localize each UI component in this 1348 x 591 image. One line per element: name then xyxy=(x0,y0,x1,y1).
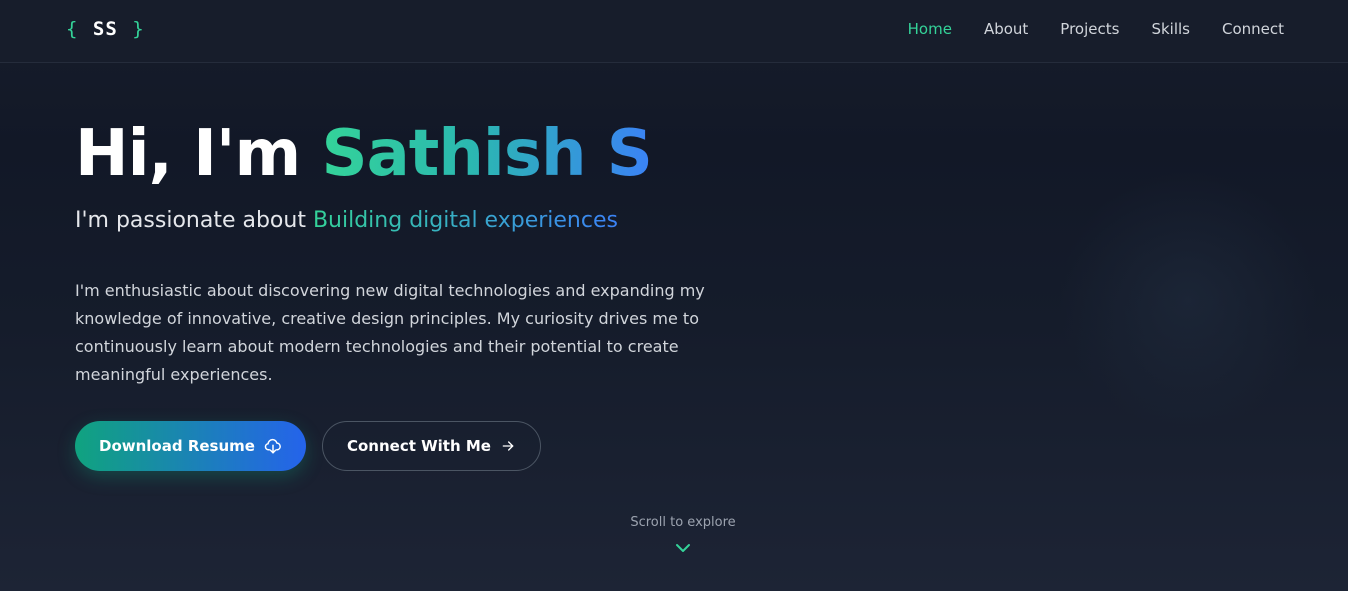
nav-links: Home About Projects Skills Connect xyxy=(908,20,1284,38)
logo[interactable]: { SS } xyxy=(66,18,145,40)
cloud-download-icon xyxy=(264,437,282,455)
background-glow xyxy=(1058,170,1318,430)
chevron-down-icon xyxy=(676,544,690,552)
connect-with-me-label: Connect With Me xyxy=(346,437,491,455)
logo-initials: SS xyxy=(92,18,118,40)
nav-link-about[interactable]: About xyxy=(984,20,1028,38)
logo-open-brace: { xyxy=(66,18,79,40)
arrow-right-icon xyxy=(500,438,516,454)
hero-headline: Hi, I'm Sathish S xyxy=(75,112,775,196)
hero-name: Sathish S xyxy=(321,117,652,191)
download-resume-button[interactable]: Download Resume xyxy=(75,421,306,471)
nav-link-skills[interactable]: Skills xyxy=(1151,20,1190,38)
hero-bio: I'm enthusiastic about discovering new d… xyxy=(75,281,705,384)
logo-close-brace: } xyxy=(132,18,145,40)
download-resume-label: Download Resume xyxy=(99,437,255,455)
tagline-accent: Building digital experiences xyxy=(312,208,618,233)
scroll-label: Scroll to explore xyxy=(630,515,736,530)
hero-greeting: Hi, I'm xyxy=(75,117,322,191)
nav-link-projects[interactable]: Projects xyxy=(1060,20,1119,38)
hero-section: Hi, I'm Sathish S I'm passionate about B… xyxy=(75,112,775,471)
nav-link-home[interactable]: Home xyxy=(908,20,952,38)
connect-with-me-button[interactable]: Connect With Me xyxy=(321,421,541,471)
scroll-hint[interactable]: Scroll to explore xyxy=(0,515,1348,554)
navbar: { SS } Home About Projects Skills Connec… xyxy=(0,0,1348,63)
hero-tagline: I'm passionate about Building digital ex… xyxy=(75,208,775,233)
hero-actions: Download Resume Connect With Me xyxy=(75,421,775,471)
nav-link-connect[interactable]: Connect xyxy=(1222,20,1284,38)
tagline-prefix: I'm passionate about xyxy=(75,208,313,233)
